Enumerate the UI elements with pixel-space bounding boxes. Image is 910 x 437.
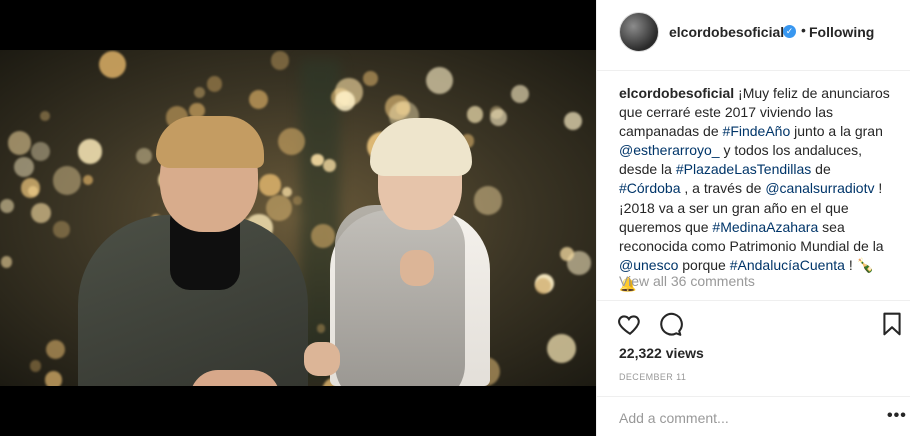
bokeh-light: [546, 333, 577, 364]
avatar[interactable]: [619, 12, 659, 52]
bokeh-light: [31, 202, 51, 223]
bokeh-light: [194, 87, 206, 99]
bokeh-light: [425, 67, 454, 95]
bokeh-light: [265, 194, 293, 222]
woman-hand: [400, 250, 434, 286]
following-button[interactable]: Following: [809, 24, 874, 40]
caption-tag-link[interactable]: #AndalucíaCuenta: [730, 257, 845, 273]
bokeh-light: [334, 90, 355, 112]
bokeh-light: [53, 221, 70, 238]
bokeh-light: [563, 112, 582, 131]
caption-text-segment: de: [811, 161, 831, 178]
bokeh-light: [14, 156, 35, 177]
video-frame[interactable]: [0, 50, 596, 386]
bokeh-light: [322, 159, 336, 173]
view-count[interactable]: 22,322 views: [619, 345, 704, 361]
more-options-button[interactable]: •••: [887, 407, 907, 425]
bokeh-light: [282, 186, 293, 198]
bokeh-light: [473, 185, 503, 215]
instagram-post-window: elcordobesoficial ✓ • Following elcordob…: [0, 0, 910, 436]
bokeh-light: [46, 340, 66, 360]
post-media[interactable]: [0, 0, 596, 436]
add-comment-bar: Add a comment... •••: [597, 396, 910, 437]
man-hair: [156, 116, 264, 168]
comment-input[interactable]: Add a comment...: [619, 410, 729, 426]
bokeh-light: [259, 174, 281, 196]
bokeh-light: [293, 196, 302, 205]
caption-tag-link[interactable]: #FindeAño: [723, 123, 791, 139]
post-sidebar: elcordobesoficial ✓ • Following elcordob…: [596, 0, 910, 436]
caption-text: ¡Muy feliz de anunciaros que cerraré est…: [619, 85, 890, 292]
bokeh-light: [466, 106, 483, 123]
bokeh-light: [52, 166, 82, 196]
woman-scarf: [335, 205, 465, 386]
caption-text-segment: junto a la gran: [790, 123, 883, 140]
caption-username[interactable]: elcordobesoficial: [619, 85, 734, 101]
bokeh-light: [0, 198, 15, 213]
header-separator: •: [801, 22, 806, 38]
verified-badge-icon: ✓: [783, 25, 796, 38]
post-caption: elcordobesoficial ¡Muy feliz de anunciar…: [619, 84, 891, 294]
bokeh-light: [30, 142, 50, 162]
caption-tag-link[interactable]: @unesco: [619, 257, 678, 273]
bokeh-light: [270, 51, 290, 70]
bokeh-light: [44, 371, 63, 386]
bokeh-light: [77, 139, 103, 164]
bokeh-light: [206, 76, 223, 92]
bokeh-light: [248, 89, 269, 110]
caption-tag-link[interactable]: #Córdoba: [619, 180, 681, 196]
bokeh-light: [83, 174, 94, 185]
bokeh-light: [489, 108, 507, 126]
bokeh-light: [363, 70, 378, 86]
bokeh-light: [7, 130, 32, 155]
view-all-comments-link[interactable]: View all 36 comments: [619, 273, 755, 289]
bokeh-light: [135, 147, 152, 164]
bokeh-light: [20, 178, 41, 198]
caption-tag-link[interactable]: @estherarroyo_: [619, 142, 720, 158]
bokeh-light: [316, 324, 326, 333]
bokeh-light: [98, 50, 126, 79]
bokeh-light: [0, 255, 13, 268]
header-username[interactable]: elcordobesoficial: [669, 24, 784, 40]
bokeh-light: [510, 85, 529, 104]
comment-icon[interactable]: [657, 311, 683, 337]
caption-tag-link[interactable]: #PlazadeLasTendillas: [676, 161, 811, 177]
caption-text-segment: , a través de: [680, 180, 766, 197]
post-date[interactable]: DECEMBER 11: [619, 372, 686, 382]
caption-text-segment: porque: [678, 256, 730, 273]
post-header: elcordobesoficial ✓ • Following: [597, 0, 910, 71]
bokeh-light: [40, 111, 51, 122]
bokeh-light: [311, 153, 324, 167]
bokeh-light: [29, 359, 42, 372]
heart-icon[interactable]: [617, 311, 643, 337]
woman-hair: [370, 118, 472, 176]
woman-hand-left: [304, 342, 340, 376]
caption-tag-link[interactable]: #MedinaAzahara: [712, 219, 818, 235]
caption-tag-link[interactable]: @canalsurradiotv: [765, 180, 874, 196]
bookmark-icon[interactable]: [879, 311, 905, 337]
